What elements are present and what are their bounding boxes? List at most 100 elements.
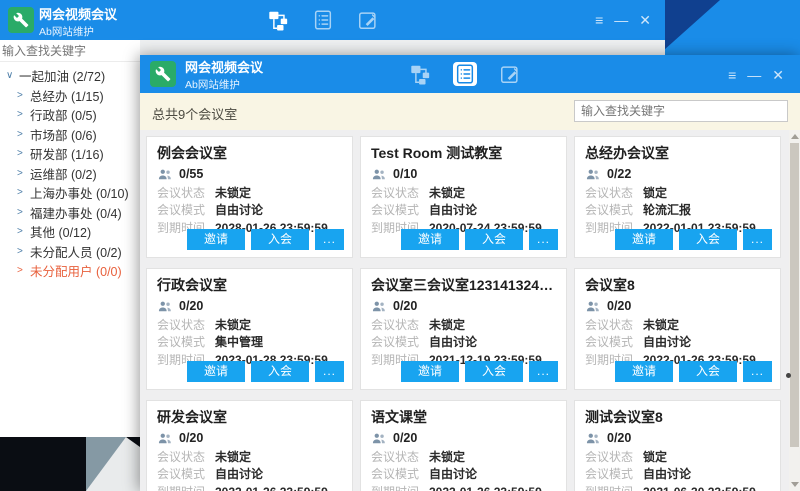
more-button[interactable]: ... [743,229,772,250]
join-button[interactable]: 入会 [251,229,309,250]
edit-icon[interactable] [498,62,522,86]
more-button[interactable]: ... [315,229,344,250]
org-chart-icon[interactable] [266,8,290,32]
invite-button[interactable]: 邀请 [615,361,673,382]
invite-button[interactable]: 邀请 [615,229,673,250]
rooms-count-summary: 总共9个会议室 [152,104,237,123]
tree-item-label: 一起加油 (2/72) [19,66,105,85]
room-occupancy: 0/20 [179,299,203,313]
invite-button[interactable]: 邀请 [401,361,459,382]
people-icon [157,299,173,313]
invite-button[interactable]: 邀请 [187,229,245,250]
more-button[interactable]: ... [315,361,344,382]
status-label: 会议状态 [371,450,429,464]
chevron-icon: > [17,109,30,120]
wallpaper-top-right [664,0,800,55]
front-window: 网会视频会议 Ab网站维护 ≡ — ✕ 总共9个会议室 例会会议室 0/55 会… [140,55,800,491]
wallpaper-navy-triangle [664,0,720,50]
minimize-button[interactable]: — [614,13,628,27]
chevron-icon: ∨ [6,70,19,81]
tree-item[interactable]: > 福建办事处 (0/4) [0,203,140,223]
tree-item[interactable]: > 运维部 (0/2) [0,164,140,184]
wallpaper-bottom-left [0,437,140,491]
tree-item[interactable]: > 市场部 (0/6) [0,125,140,145]
tree-item[interactable]: > 研发部 (1/16) [0,144,140,164]
tree-item[interactable]: ∨ 一起加油 (2/72) [0,66,140,86]
tree-item[interactable]: > 其他 (0/12) [0,222,140,242]
mode-value: 自由讨论 [643,467,691,481]
expire-label: 到期时间 [585,485,643,491]
join-button[interactable]: 入会 [251,361,309,382]
close-button[interactable]: ✕ [772,68,784,82]
expire-label: 到期时间 [157,485,215,491]
org-chart-icon[interactable] [408,62,432,86]
more-button[interactable]: ... [743,361,772,382]
people-icon [585,431,601,445]
tree-item-label: 未分配人员 (0/2) [30,242,122,261]
room-title: 总经办会议室 [585,143,770,163]
chevron-icon: > [17,187,30,198]
tree-item[interactable]: > 未分配人员 (0/2) [0,242,140,262]
close-button[interactable]: ✕ [639,13,651,27]
room-title: 例会会议室 [157,143,342,163]
app-logo [150,61,176,87]
people-icon [157,431,173,445]
people-icon [371,299,387,313]
join-button[interactable]: 入会 [679,229,737,250]
mode-label: 会议模式 [585,335,643,349]
tree-item-label: 福建办事处 (0/4) [30,203,122,222]
room-card: 会议室三会议室123141324141三会议室 0/20 会议状态未锁定 会议模… [360,268,567,390]
sidebar-search-input[interactable] [0,40,140,62]
tree-item[interactable]: > 行政部 (0/5) [0,105,140,125]
mode-value: 自由讨论 [429,203,477,217]
scroll-down-icon[interactable] [791,482,799,487]
mode-label: 会议模式 [585,203,643,217]
invite-button[interactable]: 邀请 [401,229,459,250]
menu-icon[interactable]: ≡ [595,13,603,27]
join-button[interactable]: 入会 [465,229,523,250]
meeting-list-icon[interactable] [453,62,477,86]
invite-button[interactable]: 邀请 [187,361,245,382]
room-occupancy: 0/55 [179,167,203,181]
tree-item-label: 行政部 (0/5) [30,105,97,124]
scroll-up-icon[interactable] [791,134,799,139]
room-card: 语文课堂 0/20 会议状态未锁定 会议模式自由讨论 到期时间2022-01-2… [360,400,567,491]
mode-label: 会议模式 [157,203,215,217]
edit-icon[interactable] [356,8,380,32]
mode-label: 会议模式 [371,467,429,481]
back-titlebar: 网会视频会议 Ab网站维护 ≡ — ✕ [0,0,665,40]
room-occupancy: 0/20 [393,431,417,445]
chevron-icon: > [17,207,30,218]
tree-item[interactable]: > 总经办 (1/15) [0,86,140,106]
more-button[interactable]: ... [529,229,558,250]
tree-item-label: 运维部 (0/2) [30,164,97,183]
status-value: 未锁定 [429,318,465,332]
people-icon [157,167,173,181]
tree-item[interactable]: > 上海办事处 (0/10) [0,183,140,203]
join-button[interactable]: 入会 [679,361,737,382]
room-card: 总经办会议室 0/22 会议状态锁定 会议模式轮流汇报 到期时间2022-01-… [574,136,781,258]
more-button[interactable]: ... [529,361,558,382]
join-button[interactable]: 入会 [465,361,523,382]
mode-label: 会议模式 [371,335,429,349]
app-title: 网会视频会议 [185,61,263,75]
meeting-list-icon[interactable] [311,8,335,32]
status-label: 会议状态 [585,450,643,464]
tree-item[interactable]: > 未分配用户 (0/0) [0,261,140,281]
people-icon [371,167,387,181]
status-value: 未锁定 [215,186,251,200]
room-card: 例会会议室 0/55 会议状态未锁定 会议模式自由讨论 到期时间2028-01-… [146,136,353,258]
minimize-button[interactable]: — [747,68,761,82]
front-titlebar: 网会视频会议 Ab网站维护 ≡ — ✕ [140,55,800,93]
status-label: 会议状态 [157,450,215,464]
scrollbar-thumb[interactable] [790,143,799,447]
contacts-sidebar: ∨ 一起加油 (2/72) > 总经办 (1/15) > 行政部 (0/5) >… [0,40,140,437]
mode-value: 自由讨论 [429,467,477,481]
menu-icon[interactable]: ≡ [728,68,736,82]
mode-label: 会议模式 [371,203,429,217]
rooms-search-input[interactable] [574,100,788,122]
chevron-icon: > [17,265,30,276]
mode-label: 会议模式 [157,335,215,349]
vertical-scrollbar[interactable] [789,130,800,491]
room-occupancy: 0/10 [393,167,417,181]
